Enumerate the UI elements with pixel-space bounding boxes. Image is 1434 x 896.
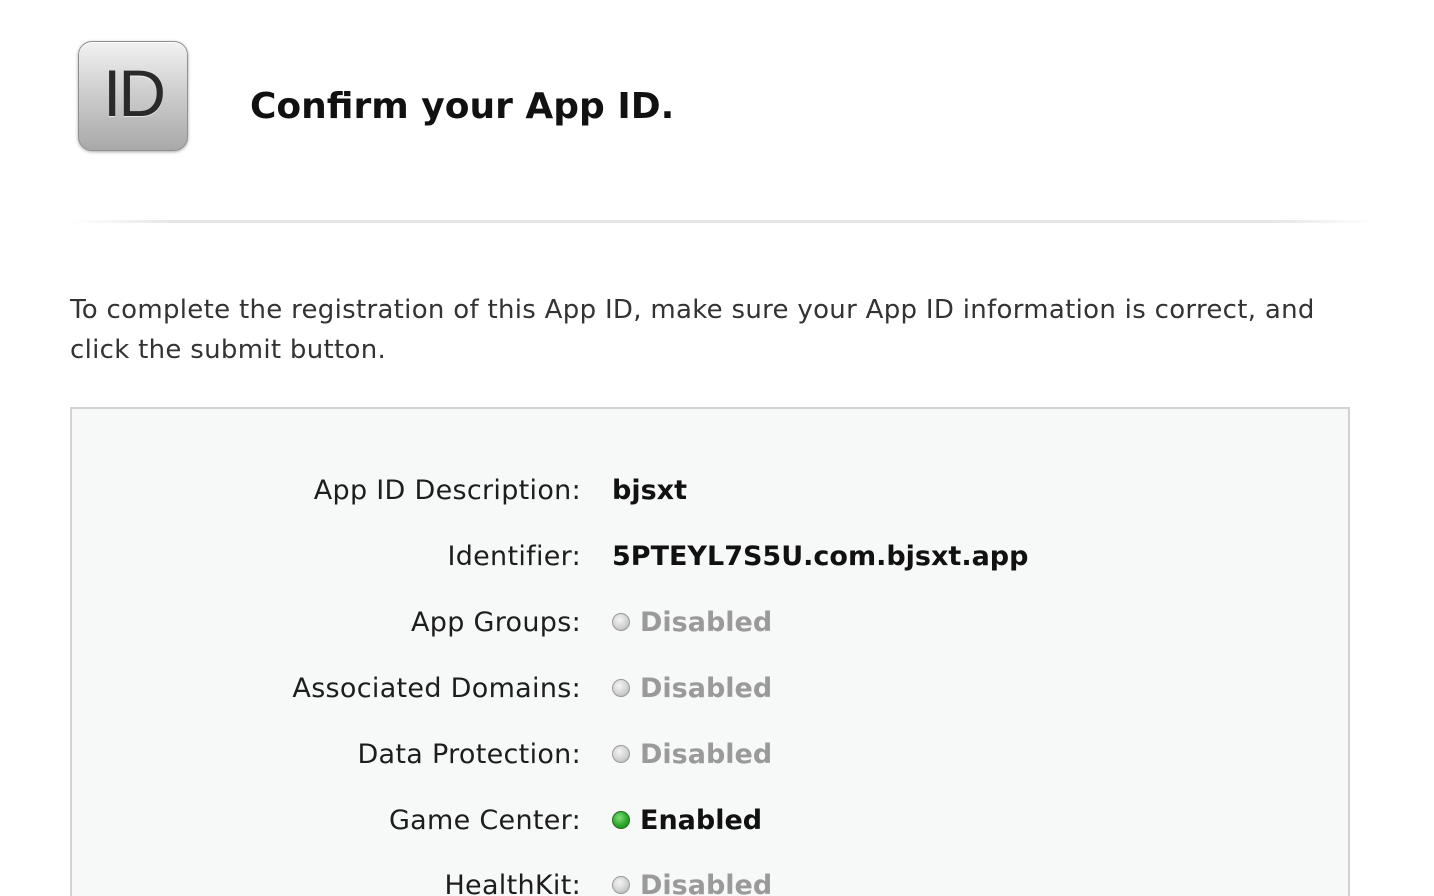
service-row-app-groups: App Groups: Disabled xyxy=(72,602,1348,642)
service-status-text: Enabled xyxy=(640,804,763,836)
service-status: Enabled xyxy=(612,805,762,836)
identifier-value: 5PTEYL7S5U.com.bjsxt.app xyxy=(612,540,1029,572)
enabled-status-dot-icon xyxy=(612,811,630,829)
service-label: Data Protection: xyxy=(357,738,581,770)
identifier-label: Identifier: xyxy=(447,540,581,572)
service-label: Associated Domains: xyxy=(292,672,581,704)
service-status: Disabled xyxy=(612,607,772,638)
service-row-game-center: Game Center: Enabled xyxy=(72,800,1348,840)
service-label: App Groups: xyxy=(411,606,581,638)
description-value: bjsxt xyxy=(612,474,687,506)
disabled-status-dot-icon xyxy=(612,613,630,631)
detail-row-identifier: Identifier: 5PTEYL7S5U.com.bjsxt.app xyxy=(72,536,1348,576)
service-label: Game Center: xyxy=(388,804,581,836)
app-id-icon-text: ID xyxy=(103,56,166,130)
service-status-text: Disabled xyxy=(640,738,773,770)
service-status-text: Disabled xyxy=(640,672,773,704)
page-title: Confirm your App ID. xyxy=(250,85,675,127)
service-status-text: Disabled xyxy=(640,606,773,638)
service-row-healthkit: HealthKit: Disabled xyxy=(72,865,1348,896)
service-status: Disabled xyxy=(612,870,772,896)
service-status: Disabled xyxy=(612,739,772,770)
service-row-associated-domains: Associated Domains: Disabled xyxy=(72,668,1348,708)
app-id-icon: ID xyxy=(78,41,188,151)
disabled-status-dot-icon xyxy=(612,876,630,894)
service-label: HealthKit: xyxy=(444,869,581,896)
intro-text: To complete the registration of this App… xyxy=(70,295,1315,365)
service-status-text: Disabled xyxy=(640,869,773,896)
confirm-app-id-page: ID Confirm your App ID. To complete the … xyxy=(0,0,1434,896)
page-header: ID Confirm your App ID. xyxy=(78,40,674,152)
description-label: App ID Description: xyxy=(313,474,581,506)
app-id-details-panel: App ID Description: bjsxt Identifier: 5P… xyxy=(70,407,1350,896)
disabled-status-dot-icon xyxy=(612,745,630,763)
service-row-data-protection: Data Protection: Disabled xyxy=(72,734,1348,774)
header-divider xyxy=(70,220,1376,223)
service-status: Disabled xyxy=(612,673,772,704)
disabled-status-dot-icon xyxy=(612,679,630,697)
detail-row-description: App ID Description: bjsxt xyxy=(72,470,1348,510)
